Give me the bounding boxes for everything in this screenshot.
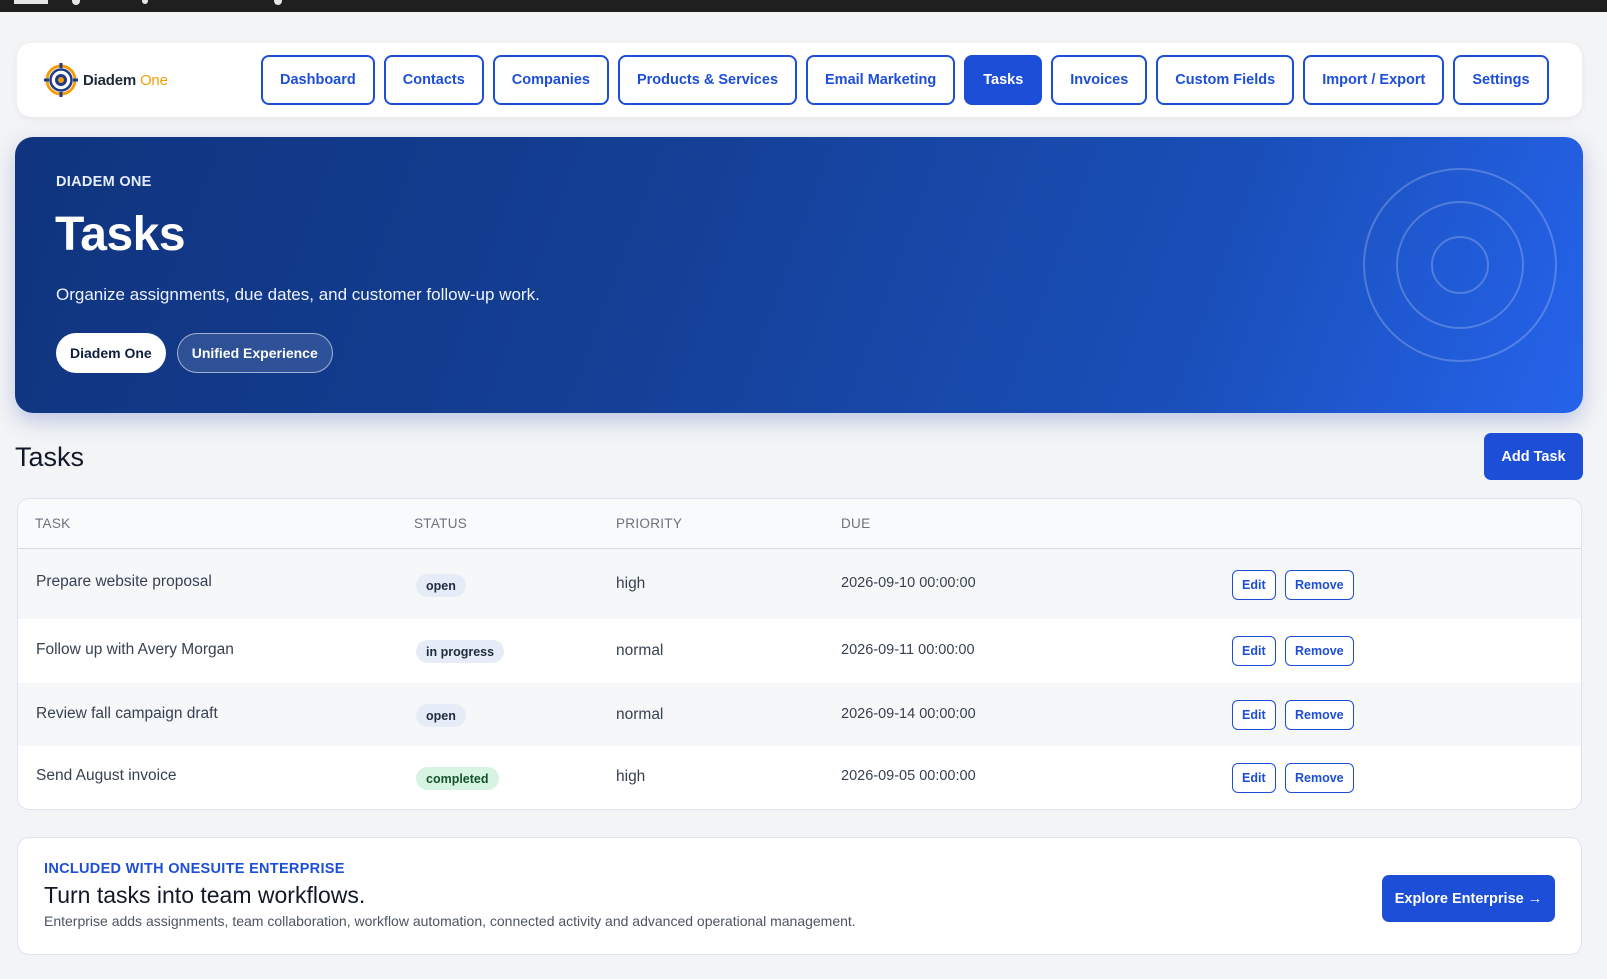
status-badge: open [416,704,466,727]
task-name: Prepare website proposal [36,573,212,590]
promo-eyebrow: INCLUDED WITH ONESUITE ENTERPRISE [44,861,345,877]
add-task-button[interactable]: Add Task [1484,433,1583,480]
hero-eyebrow: DIADEM ONE [56,174,152,190]
nav-import-export[interactable]: Import / Export [1303,55,1445,105]
edit-button[interactable]: Edit [1232,636,1276,666]
task-due: 2026-09-10 00:00:00 [841,575,976,591]
enterprise-promo: INCLUDED WITH ONESUITE ENTERPRISE Turn t… [17,837,1582,955]
edit-button[interactable]: Edit [1232,570,1276,600]
column-header-task[interactable]: TASK [35,516,70,531]
nav-invoices[interactable]: Invoices [1051,55,1148,105]
hero-subtitle: Organize assignments, due dates, and cus… [56,285,540,304]
table-row: Review fall campaign draft open normal 2… [18,683,1581,746]
decorative-rings-icon [1363,168,1557,362]
task-name: Review fall campaign draft [36,705,218,722]
pill-diadem-one: Diadem One [56,333,166,373]
status-badge: completed [416,767,499,790]
status-badge: open [416,574,466,597]
nav-tasks[interactable]: Tasks [964,55,1043,105]
task-name: Send August invoice [36,767,177,784]
nav-products-services[interactable]: Products & Services [617,55,798,105]
table-row: Prepare website proposal open high 2026-… [18,549,1581,619]
hero-banner: DIADEM ONE Tasks Organize assignments, d… [15,137,1583,413]
remove-button[interactable]: Remove [1285,763,1354,793]
tasks-table: TASK STATUS PRIORITY DUE Prepare website… [17,498,1582,810]
page-title: Tasks [55,208,186,261]
column-header-due[interactable]: DUE [841,516,870,531]
task-priority: high [616,768,646,785]
diadem-logo-icon [44,63,78,97]
window-top-bar [0,0,1607,12]
task-priority: normal [616,706,664,723]
nav-settings[interactable]: Settings [1453,55,1549,105]
edit-button[interactable]: Edit [1232,763,1276,793]
top-navigation: Diadem One Dashboard Contacts Companies … [17,43,1582,117]
table-row: Follow up with Avery Morgan in progress … [18,619,1581,683]
nav-companies[interactable]: Companies [492,55,609,105]
nav-dashboard[interactable]: Dashboard [261,55,375,105]
task-name: Follow up with Avery Morgan [36,641,234,658]
remove-button[interactable]: Remove [1285,570,1354,600]
table-row: Send August invoice completed high 2026-… [18,746,1581,808]
status-badge: in progress [416,640,505,663]
table-header: TASK STATUS PRIORITY DUE [18,499,1581,549]
promo-headline: Turn tasks into team workflows. [44,882,366,908]
explore-enterprise-button[interactable]: Explore Enterprise → [1382,875,1555,922]
nav-contacts[interactable]: Contacts [383,55,484,105]
section-title: Tasks [15,442,85,472]
chevron-down-icon[interactable] [72,0,80,5]
hero-pills: Diadem One Unified Experience [56,333,333,373]
task-priority: high [616,575,646,592]
nav-custom-fields[interactable]: Custom Fields [1156,55,1295,105]
promo-description: Enterprise adds assignments, team collab… [44,913,856,929]
brand-name: Diadem One [83,71,168,89]
nav-tabs: Dashboard Contacts Companies Products & … [261,55,1549,105]
menu-icon[interactable] [14,0,48,4]
column-header-status[interactable]: STATUS [414,516,467,531]
location-pin-icon[interactable] [274,0,282,5]
column-header-priority[interactable]: PRIORITY [616,516,682,531]
task-due: 2026-09-14 00:00:00 [841,706,976,722]
edit-button[interactable]: Edit [1232,700,1276,730]
remove-button[interactable]: Remove [1285,636,1354,666]
chevron-down-icon[interactable] [142,0,148,4]
remove-button[interactable]: Remove [1285,700,1354,730]
task-priority: normal [616,642,664,659]
pill-unified-experience: Unified Experience [176,333,333,373]
task-due: 2026-09-11 00:00:00 [841,642,975,658]
task-due: 2026-09-05 00:00:00 [841,768,976,784]
nav-email-marketing[interactable]: Email Marketing [806,55,956,105]
brand-logo[interactable]: Diadem One [43,60,168,100]
